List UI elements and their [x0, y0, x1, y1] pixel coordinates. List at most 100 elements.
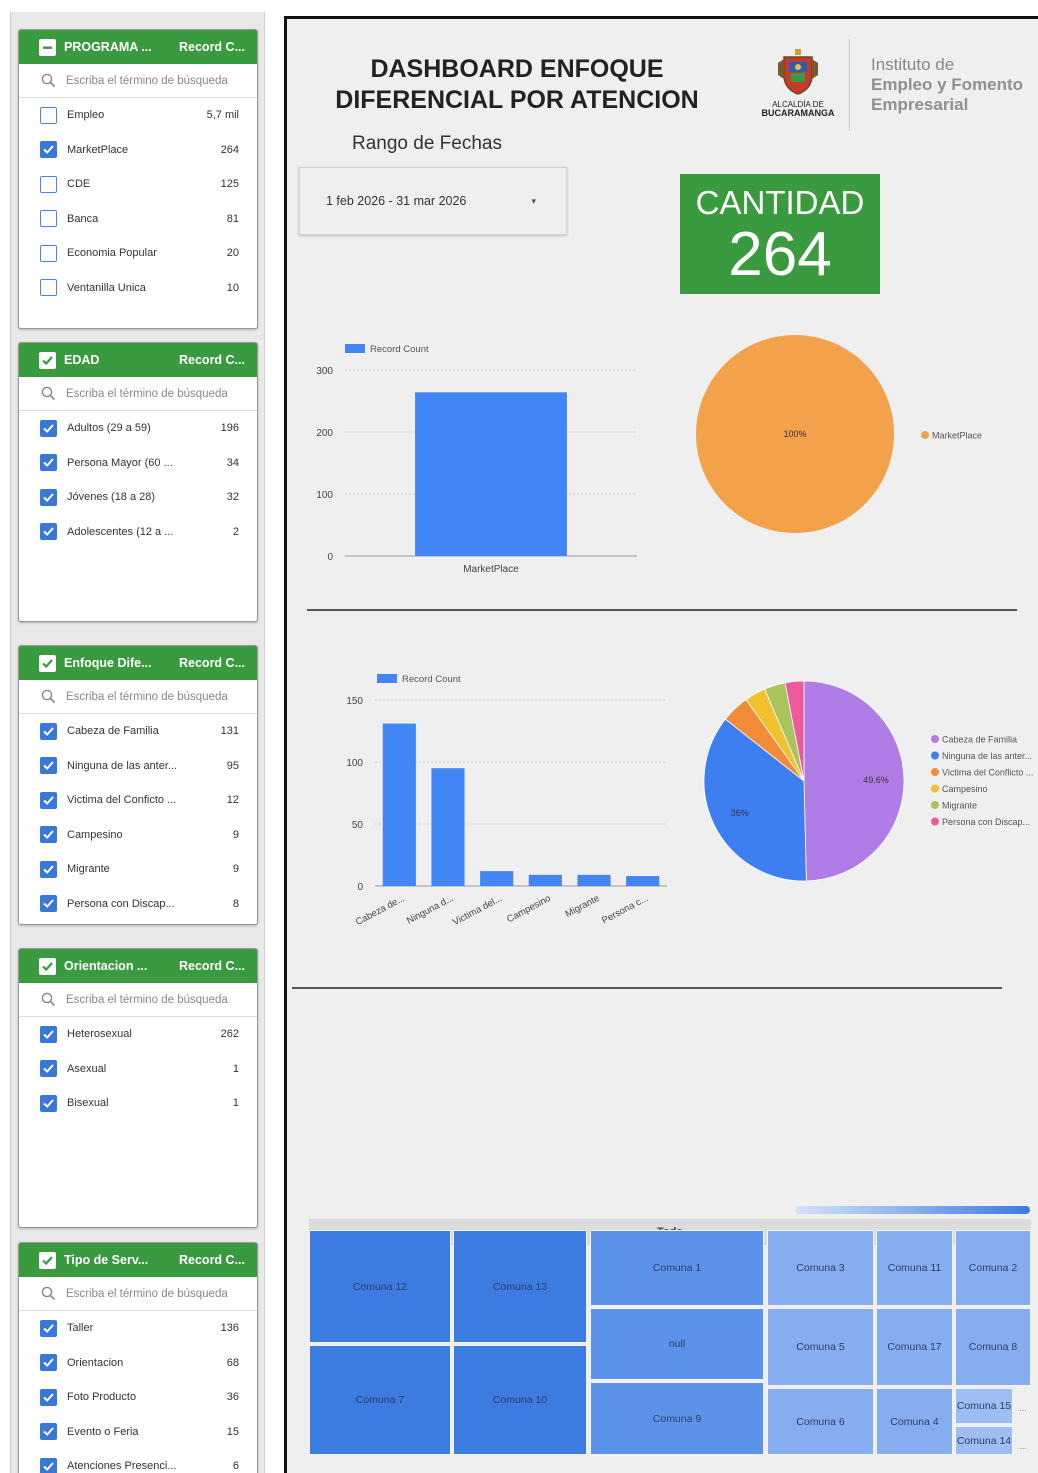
treemap-cell[interactable]: Comuna 4 — [876, 1388, 953, 1455]
treemap-cell[interactable]: Comuna 14 — [955, 1426, 1013, 1455]
filter-option[interactable]: Ninguna de las anter... 95 — [19, 749, 257, 784]
treemap-cell[interactable]: Comuna 1 — [590, 1230, 764, 1306]
partial-select-icon[interactable] — [39, 38, 56, 56]
treemap-more-top[interactable]: ... — [1015, 1403, 1031, 1413]
filter-header[interactable]: Enfoque Dife... Record C... — [19, 646, 257, 680]
enfoque-pie-chart[interactable]: 49.6% 36% Cabeza de Familia Ninguna de las … — [697, 669, 1037, 889]
filter-search-input[interactable]: Escriba el término de búsqueda — [19, 680, 257, 714]
programa-pie-chart[interactable]: 100% MarketPlace — [687, 324, 1027, 544]
checked-checkbox-icon[interactable] — [40, 826, 57, 844]
checked-checkbox-icon[interactable] — [40, 757, 57, 775]
filter-option[interactable]: Cabeza de Familia 131 — [19, 714, 257, 749]
treemap-cell[interactable]: Comuna 15 — [955, 1388, 1013, 1424]
dashboard-title: DASHBOARD ENFOQUE DIFERENCIAL POR ATENCI… — [335, 55, 699, 114]
y-tick-label: 100 — [346, 758, 363, 769]
filter-option[interactable]: Atenciones Presenci... 6 — [19, 1449, 257, 1473]
filter-option[interactable]: Empleo 5,7 mil — [19, 98, 257, 133]
filter-option-count: 15 — [226, 1425, 239, 1438]
checked-checkbox-icon[interactable] — [40, 419, 57, 437]
filter-option[interactable]: Adultos (29 a 59) 196 — [19, 411, 257, 446]
checked-checkbox-icon[interactable] — [40, 860, 57, 878]
section-divider-2 — [292, 987, 1002, 989]
checked-checkbox-icon[interactable] — [40, 141, 57, 159]
filter-option[interactable]: Victima del Conficto ... 12 — [19, 783, 257, 818]
filter-option[interactable]: Adolescentes (12 a ... 2 — [19, 515, 257, 550]
treemap-cell[interactable]: Comuna 5 — [767, 1308, 874, 1386]
filter-option[interactable]: Orientacion 68 — [19, 1346, 257, 1381]
crest-caption-bottom: BUCARAMANGA — [761, 108, 835, 118]
filter-panel: Orientacion ... Record C... Escriba el tér… — [18, 948, 258, 1228]
programa-bar-chart[interactable]: Record Count 0 100 200 300 MarketPlace — [307, 334, 647, 594]
filter-option[interactable]: CDE 125 — [19, 167, 257, 202]
filter-option[interactable]: Jóvenes (18 a 28) 32 — [19, 480, 257, 515]
filter-option[interactable]: Banca 81 — [19, 202, 257, 237]
filter-header[interactable]: PROGRAMA ... Record C... — [19, 30, 257, 64]
treemap-cell[interactable]: Comuna 7 — [309, 1345, 451, 1455]
unchecked-checkbox-icon[interactable] — [40, 244, 57, 262]
treemap-scrollbar[interactable] — [795, 1206, 1030, 1214]
unchecked-checkbox-icon[interactable] — [40, 175, 57, 193]
select-all-icon[interactable] — [39, 654, 56, 672]
filter-option[interactable]: Persona Mayor (60 ... 34 — [19, 446, 257, 481]
checked-checkbox-icon[interactable] — [40, 1388, 57, 1406]
filter-option[interactable]: Campesino 9 — [19, 818, 257, 853]
filter-option[interactable]: Asexual 1 — [19, 1052, 257, 1087]
treemap-cell[interactable]: Comuna 9 — [590, 1382, 764, 1455]
filter-search-input[interactable]: Escriba el término de búsqueda — [19, 983, 257, 1017]
select-all-icon[interactable] — [39, 957, 56, 975]
treemap-cell[interactable]: Comuna 11 — [876, 1230, 953, 1306]
filter-option-count: 20 — [226, 247, 239, 260]
treemap-more-bottom[interactable]: ... — [1015, 1441, 1031, 1451]
checked-checkbox-icon[interactable] — [40, 1060, 57, 1078]
unchecked-checkbox-icon[interactable] — [40, 210, 57, 228]
filter-option[interactable]: Economia Popular 20 — [19, 236, 257, 271]
checked-checkbox-icon[interactable] — [40, 1319, 57, 1337]
select-all-icon[interactable] — [39, 1251, 56, 1269]
filter-option[interactable]: Bisexual 1 — [19, 1086, 257, 1121]
checked-checkbox-icon[interactable] — [40, 1423, 57, 1441]
checked-checkbox-icon[interactable] — [40, 1025, 57, 1043]
checked-checkbox-icon[interactable] — [40, 1457, 57, 1473]
filter-header[interactable]: EDAD Record C... — [19, 343, 257, 377]
treemap-cell[interactable]: Comuna 8 — [955, 1308, 1031, 1386]
filter-option[interactable]: Taller 136 — [19, 1311, 257, 1346]
filter-metric-label: Record C... — [179, 353, 245, 367]
unchecked-checkbox-icon[interactable] — [40, 279, 57, 297]
filter-search-input[interactable]: Escriba el término de búsqueda — [19, 64, 257, 98]
checked-checkbox-icon[interactable] — [40, 1354, 57, 1372]
filter-search-input[interactable]: Escriba el término de búsqueda — [19, 377, 257, 411]
checked-checkbox-icon[interactable] — [40, 791, 57, 809]
date-range-picker[interactable]: 1 feb 2026 - 31 mar 2026 ▾ — [299, 167, 567, 235]
search-icon — [41, 689, 56, 704]
checked-checkbox-icon[interactable] — [40, 523, 57, 541]
filter-header[interactable]: Tipo de Serv... Record C... — [19, 1243, 257, 1277]
treemap-cell[interactable]: Comuna 17 — [876, 1308, 953, 1386]
treemap-cell[interactable]: Comuna 6 — [767, 1388, 874, 1455]
checked-checkbox-icon[interactable] — [40, 895, 57, 913]
filter-search-input[interactable]: Escriba el término de búsqueda — [19, 1277, 257, 1311]
treemap-cell[interactable]: Comuna 10 — [453, 1345, 587, 1455]
filter-option[interactable]: Heterosexual 262 — [19, 1017, 257, 1052]
checked-checkbox-icon[interactable] — [40, 488, 57, 506]
filter-option[interactable]: Persona con Discap... 8 — [19, 887, 257, 922]
treemap-cell[interactable]: Comuna 13 — [453, 1230, 587, 1343]
checked-checkbox-icon[interactable] — [40, 454, 57, 472]
checked-checkbox-icon[interactable] — [40, 1094, 57, 1112]
x-tick-label: MarketPlace — [463, 564, 519, 575]
search-placeholder: Escriba el término de búsqueda — [66, 74, 228, 87]
enfoque-bar-chart[interactable]: Record Count 0 50 100 150 Cabeza de... Ninguna… — [337, 664, 677, 944]
treemap-cell[interactable]: Comuna 3 — [767, 1230, 874, 1306]
filter-option[interactable]: Evento o Feria 15 — [19, 1415, 257, 1450]
treemap-cell[interactable]: null — [590, 1308, 764, 1380]
select-all-icon[interactable] — [39, 351, 56, 369]
treemap-cell[interactable]: Comuna 12 — [309, 1230, 451, 1343]
checked-checkbox-icon[interactable] — [40, 722, 57, 740]
treemap-cell[interactable]: Comuna 2 — [955, 1230, 1031, 1306]
filter-option[interactable]: Ventanilla Unica 10 — [19, 271, 257, 306]
filter-option[interactable]: Foto Producto 36 — [19, 1380, 257, 1415]
unchecked-checkbox-icon[interactable] — [40, 106, 57, 124]
filter-header[interactable]: Orientacion ... Record C... — [19, 949, 257, 983]
filter-option[interactable]: MarketPlace 264 — [19, 133, 257, 168]
y-tick-label: 300 — [316, 366, 333, 377]
filter-option[interactable]: Migrante 9 — [19, 852, 257, 887]
